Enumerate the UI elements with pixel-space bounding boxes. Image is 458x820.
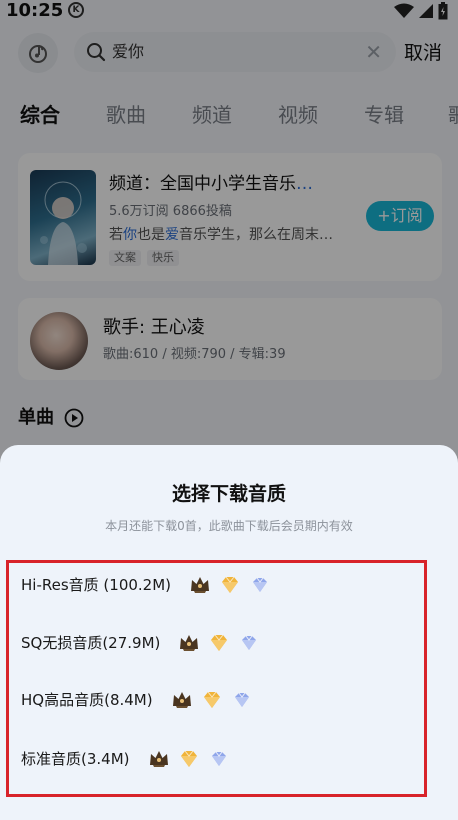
sheet-subtitle: 本月还能下载0首，此歌曲下载后会员期内有效: [105, 519, 353, 533]
blue-diamond-icon: [211, 751, 226, 766]
quality-badges: [189, 574, 271, 596]
quality-option-standard[interactable]: 标准音质(3.4M): [21, 746, 230, 772]
quality-badges: [148, 748, 230, 770]
blue-diamond-icon: [242, 635, 257, 650]
gold-diamond-icon: [180, 750, 197, 767]
quality-options-list: Hi-Res音质 (100.2M) SQ无损音质(27.9M) HQ高品音质(8…: [6, 560, 427, 797]
quality-badges: [178, 632, 260, 654]
app-screen: 10:25 K 爱你 ✕ 取消 综合 歌曲 频道 视频 专辑 频道：全国中小学生…: [0, 0, 458, 820]
crown-icon: [149, 751, 168, 767]
quality-option-label: Hi-Res音质 (100.2M): [21, 576, 172, 594]
download-quality-sheet: 选择下载音质 本月还能下载0首，此歌曲下载后会员期内有效 Hi-Res音质 (1…: [0, 445, 458, 820]
gold-diamond-icon: [222, 576, 239, 593]
quality-option-hires[interactable]: Hi-Res音质 (100.2M): [21, 572, 271, 598]
quality-option-hq[interactable]: HQ高品音质(8.4M): [21, 687, 253, 713]
quality-option-label: HQ高品音质(8.4M): [21, 691, 153, 709]
gold-diamond-icon: [211, 634, 228, 651]
quality-option-label: SQ无损音质(27.9M): [21, 634, 161, 652]
crown-icon: [180, 635, 199, 651]
blue-diamond-icon: [253, 577, 268, 592]
gold-diamond-icon: [203, 691, 220, 708]
crown-icon: [172, 692, 191, 708]
blue-diamond-icon: [234, 692, 249, 707]
quality-option-label: 标准音质(3.4M): [21, 750, 130, 768]
quality-option-sq[interactable]: SQ无损音质(27.9M): [21, 630, 260, 656]
sheet-title: 选择下载音质: [171, 483, 286, 505]
quality-badges: [171, 689, 253, 711]
crown-icon: [191, 577, 210, 593]
